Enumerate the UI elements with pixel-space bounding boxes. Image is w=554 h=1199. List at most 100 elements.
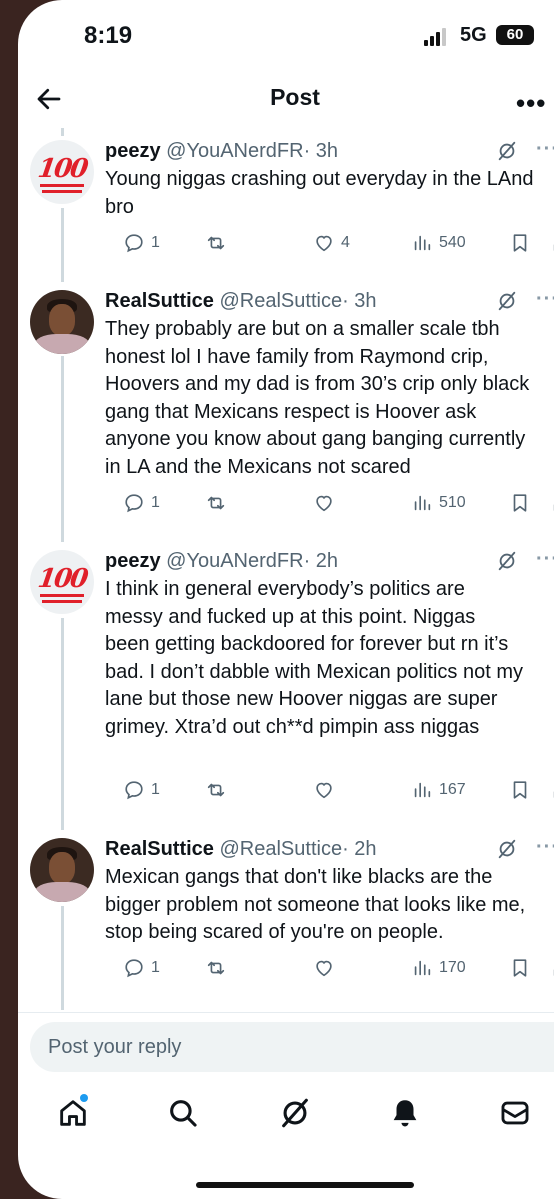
repost-button[interactable] [205,955,233,981]
bookmark-button[interactable] [509,955,531,981]
tweet-more-icon[interactable]: ··· [536,836,554,859]
avatar-photo[interactable] [30,290,94,354]
tweet-header: RealSuttice @RealSuttice· 3h [105,290,377,313]
network-label: 5G [460,24,487,46]
reply-button[interactable]: 1 [123,230,160,256]
page-title: Post [270,84,320,110]
tweet-actions: 1 4 540 [105,230,554,256]
search-icon[interactable] [166,1096,200,1130]
views-icon [414,782,431,798]
bookmark-icon [513,781,527,799]
reply-placeholder: Post your reply [48,1036,182,1058]
tweet-more-icon[interactable]: ··· [536,138,554,161]
reply-count: 1 [151,781,160,798]
messages-icon[interactable] [498,1096,532,1130]
author-handle[interactable]: @YouANerdFR [166,140,303,162]
repost-icon [207,783,225,797]
bookmark-button[interactable] [509,777,531,803]
repost-icon [207,236,225,250]
notifications-icon[interactable] [388,1096,422,1130]
author-name[interactable]: peezy [105,550,161,572]
bookmark-icon [513,959,527,977]
grok-icon[interactable] [496,838,518,860]
like-button[interactable] [313,777,341,803]
divider [18,1012,554,1013]
author-handle[interactable]: @RealSuttice [220,290,343,312]
tweet[interactable]: RealSuttice @RealSuttice· 2h ··· Mexican… [18,836,554,988]
view-count: 540 [439,234,466,251]
notification-dot [80,1094,88,1102]
signal-icon [424,28,450,46]
tweet-text: They probably are but on a smaller scale… [105,318,530,478]
views-button[interactable]: 540 [411,230,466,256]
tweet[interactable]: 100 peezy @YouANerdFR· 3h ··· Young nigg… [18,138,554,260]
reply-button[interactable]: 1 [123,777,160,803]
grok-icon[interactable] [496,550,518,572]
bookmark-button[interactable] [509,230,531,256]
tweet-actions: 1 170 [105,955,554,981]
heart-icon [316,960,332,977]
home-indicator [196,1182,414,1188]
status-time: 8:19 [84,22,133,49]
reply-count: 1 [151,234,160,251]
author-handle[interactable]: @YouANerdFR [166,550,303,572]
repost-button[interactable] [205,490,233,516]
like-button[interactable] [313,490,341,516]
tweet[interactable]: 100 peezy @YouANerdFR· 2h ··· I think in… [18,548,554,810]
views-button[interactable]: 510 [411,490,466,516]
tweet-header: peezy @YouANerdFR· 2h [105,550,338,573]
more-icon[interactable]: ••• [516,88,546,119]
tweet-actions: 1 167 [105,777,554,803]
reply-button[interactable]: 1 [123,955,160,981]
reply-count: 1 [151,494,160,511]
phone-screen: 8:19 5G 60 Post ••• 100 peezy @YouANerdF… [18,0,554,1199]
repost-icon [207,961,225,975]
post-header: Post ••• [18,74,554,124]
reply-button[interactable]: 1 [123,490,160,516]
tweet-time: · 2h [303,550,339,572]
tweet-time: · 3h [303,140,339,162]
bookmark-button[interactable] [509,490,531,516]
tweet-header: peezy @YouANerdFR· 3h [105,140,338,163]
heart-icon [316,782,332,799]
reply-icon [125,781,143,800]
repost-button[interactable] [205,230,233,256]
avatar-100-emoji[interactable]: 100 [30,550,94,614]
views-icon [414,495,431,511]
grok-icon[interactable] [496,290,518,312]
view-count: 167 [439,781,466,798]
repost-button[interactable] [205,777,233,803]
status-bar: 8:19 5G 60 [18,0,554,70]
battery-icon: 60 [496,25,534,45]
repost-icon [207,496,225,510]
views-icon [414,960,431,976]
tweet-text: Mexican gangs that don't like blacks are… [105,866,526,944]
grok-icon[interactable] [496,140,518,162]
heart-icon [316,495,332,512]
heart-icon [316,235,332,252]
author-name[interactable]: RealSuttice [105,290,214,312]
tweet-more-icon[interactable]: ··· [536,548,554,571]
author-name[interactable]: peezy [105,140,161,162]
tweet-actions: 1 510 [105,490,554,516]
tweet-time: · 2h [342,838,377,860]
views-button[interactable]: 167 [411,777,466,803]
battery-level: 60 [506,26,524,43]
avatar-photo[interactable] [30,838,94,902]
author-handle[interactable]: @RealSuttice [220,838,343,860]
tweet-text: I think in general everybody’s politics … [105,578,523,738]
tweet-more-icon[interactable]: ··· [536,288,554,311]
avatar-100-emoji[interactable]: 100 [30,140,94,204]
views-button[interactable]: 170 [411,955,466,981]
tweet[interactable]: RealSuttice @RealSuttice· 3h ··· They pr… [18,288,554,530]
grok-icon[interactable] [278,1096,312,1130]
thread-line [61,128,64,136]
bookmark-icon [513,494,527,512]
tab-bar [18,1090,554,1150]
author-name[interactable]: RealSuttice [105,838,214,860]
reply-icon [125,234,143,253]
like-button[interactable] [313,955,341,981]
reply-count: 1 [151,959,160,976]
like-button[interactable]: 4 [313,230,350,256]
reply-input[interactable]: Post your reply [30,1022,554,1072]
